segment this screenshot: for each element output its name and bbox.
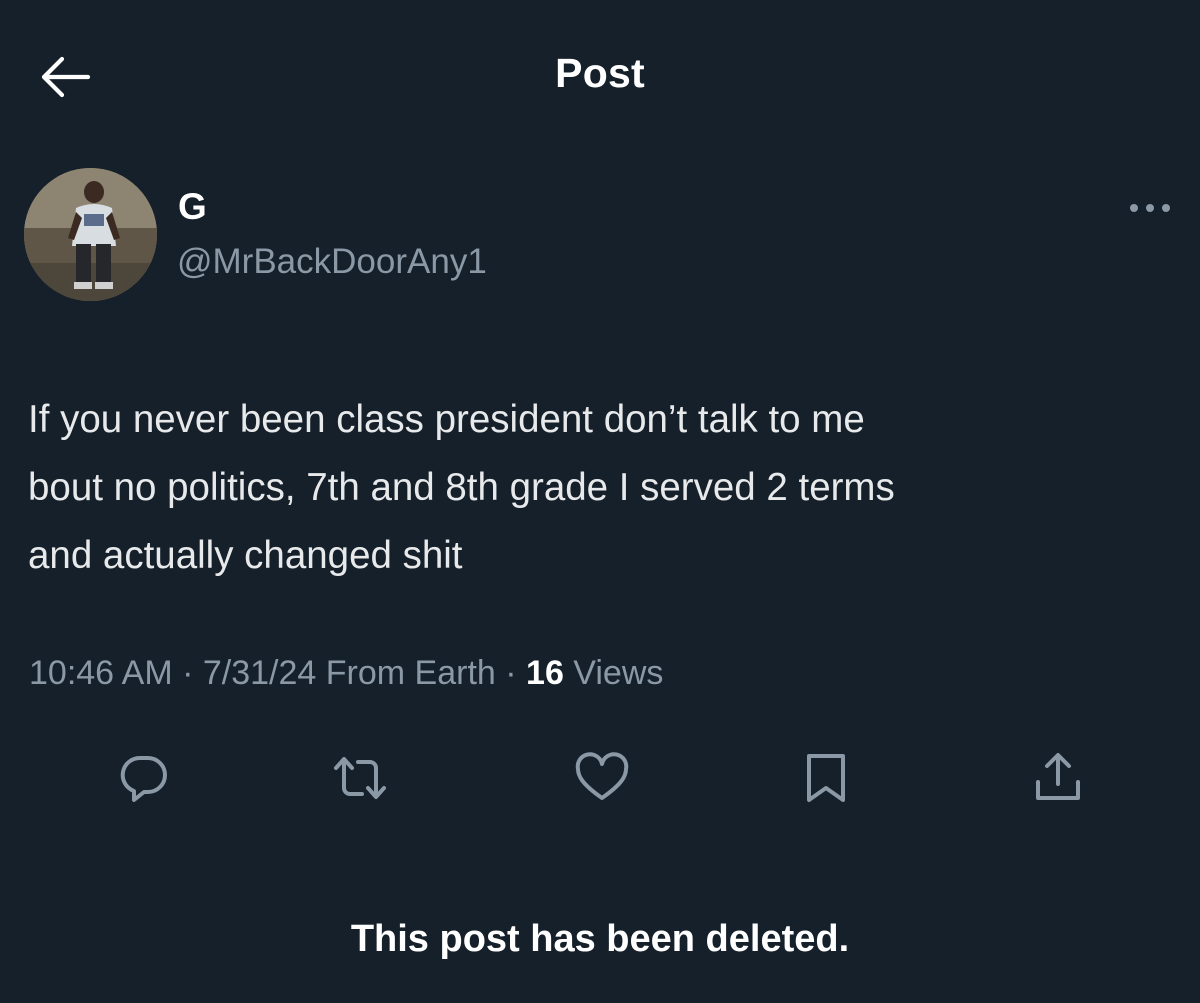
more-options-button[interactable] bbox=[1124, 198, 1176, 218]
repost-button[interactable] bbox=[330, 748, 390, 808]
views-count: 16 bbox=[526, 654, 564, 692]
page-title: Post bbox=[555, 50, 645, 96]
author-handle[interactable]: @MrBackDoorAny1 bbox=[177, 242, 487, 282]
deleted-notice: This post has been deleted. bbox=[350, 918, 850, 960]
separator: · bbox=[172, 654, 203, 692]
views-label: Views bbox=[563, 654, 664, 692]
post-source: From Earth bbox=[316, 654, 496, 692]
reply-icon bbox=[120, 755, 167, 802]
author-name[interactable]: G bbox=[178, 186, 207, 228]
post-text: If you never been class president don’t … bbox=[28, 398, 895, 577]
separator: · bbox=[495, 654, 527, 692]
reply-button[interactable] bbox=[114, 748, 174, 808]
bookmark-icon bbox=[807, 754, 845, 802]
share-icon bbox=[1036, 753, 1080, 800]
post-metadata: 10:46 AM · 7/31/24 From Earth · 16 Views bbox=[29, 654, 663, 693]
post-date[interactable]: 7/31/24 bbox=[203, 654, 316, 692]
repost-icon bbox=[334, 757, 386, 799]
share-button[interactable] bbox=[1028, 748, 1088, 808]
post-time[interactable]: 10:46 AM bbox=[29, 654, 173, 692]
top-bar: Post bbox=[0, 0, 1200, 150]
profile-photo bbox=[24, 168, 157, 301]
action-bar bbox=[0, 748, 1200, 808]
like-button[interactable] bbox=[572, 748, 632, 808]
more-icon bbox=[1130, 204, 1170, 212]
heart-icon bbox=[575, 752, 629, 800]
bookmark-button[interactable] bbox=[796, 748, 856, 808]
avatar[interactable] bbox=[24, 168, 157, 301]
